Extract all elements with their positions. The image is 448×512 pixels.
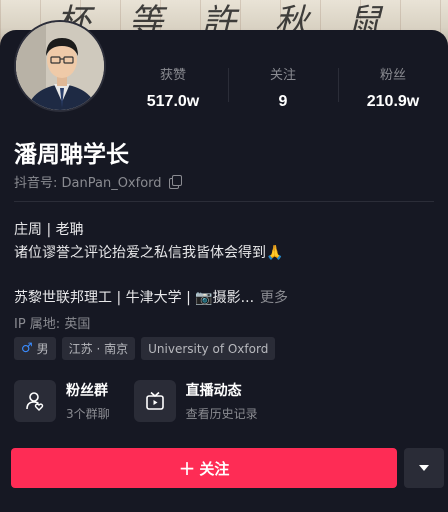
- likes-stat[interactable]: 获赞 517.0w: [118, 60, 228, 112]
- triangle-down-icon: [419, 465, 429, 471]
- live-text: 直播动态 查看历史记录: [186, 380, 258, 422]
- followers-label: 粉丝: [379, 68, 406, 83]
- profile-tags: ♂ 男 江苏 · 南京 University of Oxford: [14, 337, 276, 360]
- bio-line-1: 庄周 | 老聃: [14, 222, 84, 238]
- following-label: 关注: [269, 68, 296, 83]
- follow-label: 关注: [199, 459, 230, 478]
- school-tag: University of Oxford: [141, 337, 276, 360]
- following-stat[interactable]: 关注 9: [228, 60, 338, 112]
- education-text: 苏黎世联邦理工 | 牛津大学 | 📷摄影...: [14, 290, 255, 306]
- fan-group-sub: 3个群聊: [66, 407, 110, 421]
- live-title: 直播动态: [185, 383, 242, 399]
- following-value: 9: [278, 93, 288, 110]
- avatar[interactable]: [14, 20, 106, 112]
- fan-group-icon: [14, 380, 56, 422]
- more-options-button[interactable]: [404, 448, 444, 488]
- divider: [14, 201, 434, 202]
- profile-name: 潘周聃学长: [14, 142, 129, 168]
- male-icon: ♂: [21, 341, 33, 356]
- profile-stats: 获赞 517.0w 关注 9 粉丝 210.9w: [118, 60, 448, 112]
- pray-emoji: 🙏: [266, 245, 284, 261]
- fan-group-title: 粉丝群: [66, 383, 108, 399]
- avatar-photo: [16, 22, 104, 110]
- douyin-id: 抖音号: DanPan_Oxford: [14, 176, 162, 191]
- followers-stat[interactable]: 粉丝 210.9w: [338, 60, 448, 112]
- copy-icon[interactable]: [168, 175, 182, 189]
- gender-label: 男: [36, 342, 49, 356]
- fan-group-text: 粉丝群 3个群聊: [66, 380, 110, 422]
- live-sub: 查看历史记录: [185, 407, 258, 421]
- follow-button[interactable]: + 关注: [11, 448, 397, 488]
- more-link[interactable]: 更多: [260, 290, 288, 306]
- ip-location: IP 属地: 英国: [14, 317, 91, 332]
- location-tag: 江苏 · 南京: [61, 337, 136, 360]
- likes-value: 517.0w: [146, 93, 200, 110]
- bio-text: 诸位谬誉之评论抬爱之私信我皆体会得到: [14, 245, 266, 261]
- bio-line-2: 诸位谬誉之评论抬爱之私信我皆体会得到🙏: [14, 242, 283, 262]
- plus-icon: +: [178, 456, 196, 480]
- bio-education: 苏黎世联邦理工 | 牛津大学 | 📷摄影... 更多: [14, 287, 288, 307]
- fan-group-shortcut[interactable]: 粉丝群 3个群聊: [14, 380, 110, 422]
- followers-value: 210.9w: [366, 93, 420, 110]
- live-shortcut[interactable]: 直播动态 查看历史记录: [133, 380, 258, 422]
- likes-label: 获赞: [159, 68, 186, 83]
- douyin-id-row[interactable]: 抖音号: DanPan_Oxford: [14, 172, 182, 191]
- live-icon: [133, 380, 176, 422]
- profile-shortcuts: 粉丝群 3个群聊 直播动态 查看历史记录: [14, 380, 258, 422]
- gender-tag: ♂ 男: [14, 337, 56, 360]
